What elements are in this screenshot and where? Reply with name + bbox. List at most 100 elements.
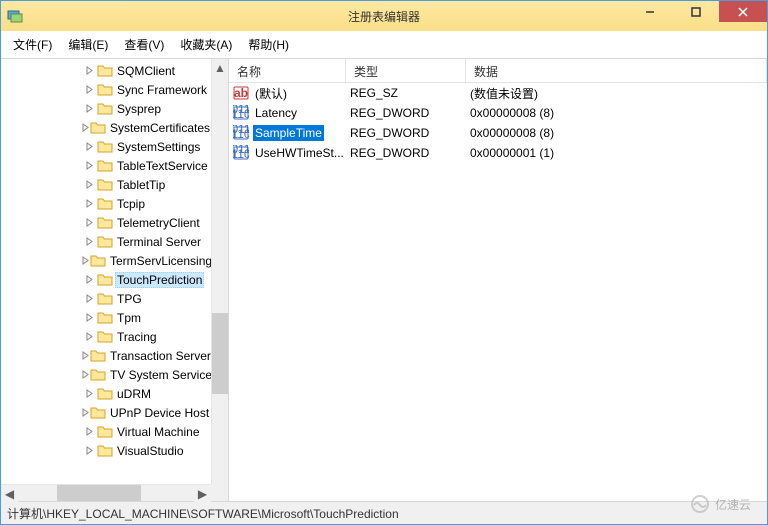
menu-favorites[interactable]: 收藏夹(A) (172, 33, 240, 56)
folder-icon (97, 291, 113, 307)
expand-icon[interactable] (81, 275, 97, 284)
list-row[interactable]: 011110SampleTimeREG_DWORD0x00000008 (8) (229, 123, 767, 143)
expand-icon[interactable] (81, 446, 97, 455)
tree-item[interactable]: Sync Framework (81, 80, 211, 99)
minimize-button[interactable] (627, 1, 673, 22)
expand-icon[interactable] (81, 427, 97, 436)
expand-icon[interactable] (81, 85, 97, 94)
cell-type: REG_SZ (346, 86, 466, 100)
expand-icon[interactable] (81, 313, 97, 322)
scroll-track[interactable] (212, 76, 228, 484)
tree-item[interactable]: TabletTip (81, 175, 211, 194)
menu-edit[interactable]: 编辑(E) (60, 33, 116, 56)
expand-icon[interactable] (81, 370, 90, 379)
scroll-left-button[interactable]: ◀ (1, 485, 18, 502)
tree-view[interactable]: SQMClient Sync Framework Sysprep SystemCert… (1, 59, 211, 501)
close-button[interactable] (719, 1, 767, 22)
tree-hscrollbar[interactable]: ◀ ▶ (1, 484, 211, 501)
scroll-thumb[interactable] (212, 313, 228, 395)
list-row[interactable]: 011110LatencyREG_DWORD0x00000008 (8) (229, 103, 767, 123)
tree-label: Virtual Machine (115, 424, 202, 440)
list-row[interactable]: ab(默认)REG_SZ(数值未设置) (229, 83, 767, 103)
cell-type: REG_DWORD (346, 106, 466, 120)
expand-icon[interactable] (81, 332, 97, 341)
cell-name: 011110SampleTime (229, 125, 346, 141)
tree-item[interactable]: Tpm (81, 308, 211, 327)
expand-icon[interactable] (81, 408, 90, 417)
menu-view[interactable]: 查看(V) (116, 33, 172, 56)
tree-item[interactable]: TouchPrediction (81, 270, 211, 289)
expand-icon[interactable] (81, 66, 97, 75)
tree-item[interactable]: SystemSettings (81, 137, 211, 156)
expand-icon[interactable] (81, 218, 97, 227)
cell-data: (数值未设置) (466, 85, 767, 102)
tree-item[interactable]: Transaction Server (81, 346, 211, 365)
tree-item[interactable]: TPG (81, 289, 211, 308)
menu-help[interactable]: 帮助(H) (240, 33, 297, 56)
watermark: 亿速云 (689, 493, 759, 518)
expand-icon[interactable] (81, 180, 97, 189)
tree-item[interactable]: SQMClient (81, 61, 211, 80)
tree-label: TableTextService (115, 158, 210, 174)
folder-icon (97, 63, 113, 79)
tree-item[interactable]: Virtual Machine (81, 422, 211, 441)
maximize-button[interactable] (673, 1, 719, 22)
tree-item[interactable]: TermServLicensing (81, 251, 211, 270)
tree-item[interactable]: VisualStudio (81, 441, 211, 460)
tree-item[interactable]: UPnP Device Host (81, 403, 211, 422)
expand-icon[interactable] (81, 351, 90, 360)
scroll-right-button[interactable]: ▶ (194, 485, 211, 502)
tree-label: TermServLicensing (108, 253, 211, 269)
list-pane: 名称 类型 数据 ab(默认)REG_SZ(数值未设置)011110Latenc… (229, 59, 767, 501)
value-icon: 011110 (233, 105, 249, 121)
svg-text:110: 110 (233, 107, 249, 121)
list-row[interactable]: 011110UseHWTimeSt...REG_DWORD0x00000001 … (229, 143, 767, 163)
hscroll-thumb[interactable] (57, 485, 141, 501)
tree-vscrollbar[interactable]: ▲ ▼ (211, 59, 228, 501)
expand-icon[interactable] (81, 142, 97, 151)
folder-icon (97, 386, 113, 402)
svg-text:亿速云: 亿速云 (715, 497, 751, 512)
statusbar: 计算机\HKEY_LOCAL_MACHINE\SOFTWARE\Microsof… (1, 502, 767, 524)
expand-icon[interactable] (81, 294, 97, 303)
expand-icon[interactable] (81, 161, 97, 170)
tree-pane: SQMClient Sync Framework Sysprep SystemCert… (1, 59, 229, 501)
expand-icon[interactable] (81, 123, 90, 132)
column-header-type[interactable]: 类型 (346, 59, 466, 82)
tree-item[interactable]: Sysprep (81, 99, 211, 118)
tree-label: Sysprep (115, 101, 163, 117)
tree-item[interactable]: TV System Services (81, 365, 211, 384)
list-body[interactable]: ab(默认)REG_SZ(数值未设置)011110LatencyREG_DWOR… (229, 83, 767, 501)
cell-type: REG_DWORD (346, 146, 466, 160)
menubar: 文件(F) 编辑(E) 查看(V) 收藏夹(A) 帮助(H) (1, 31, 767, 59)
expand-icon[interactable] (81, 237, 97, 246)
titlebar[interactable]: 注册表编辑器 (1, 1, 767, 31)
tree-item[interactable]: Tcpip (81, 194, 211, 213)
column-header-data[interactable]: 数据 (466, 59, 767, 82)
tree-item[interactable]: TelemetryClient (81, 213, 211, 232)
expand-icon[interactable] (81, 199, 97, 208)
cell-data: 0x00000008 (8) (466, 126, 767, 140)
tree-label: Terminal Server (115, 234, 203, 250)
tree-item[interactable]: Terminal Server (81, 232, 211, 251)
tree-item[interactable]: Tracing (81, 327, 211, 346)
folder-icon (97, 424, 113, 440)
expand-icon[interactable] (81, 389, 97, 398)
tree-label: SystemCertificates (108, 120, 211, 136)
tree-label: Sync Framework (115, 82, 209, 98)
value-icon: 011110 (233, 145, 249, 161)
tree-item[interactable]: SystemCertificates (81, 118, 211, 137)
hscroll-track[interactable] (18, 485, 194, 501)
menu-file[interactable]: 文件(F) (5, 33, 60, 56)
scroll-corner (211, 484, 228, 501)
folder-icon (97, 82, 113, 98)
column-header-name[interactable]: 名称 (229, 59, 346, 82)
expand-icon[interactable] (81, 104, 97, 113)
expand-icon[interactable] (81, 256, 90, 265)
value-icon: ab (233, 85, 249, 101)
scroll-up-button[interactable]: ▲ (212, 59, 228, 76)
tree-item[interactable]: TableTextService (81, 156, 211, 175)
window-controls (627, 1, 767, 22)
tree-item[interactable]: uDRM (81, 384, 211, 403)
tree-label: TouchPrediction (115, 272, 204, 288)
